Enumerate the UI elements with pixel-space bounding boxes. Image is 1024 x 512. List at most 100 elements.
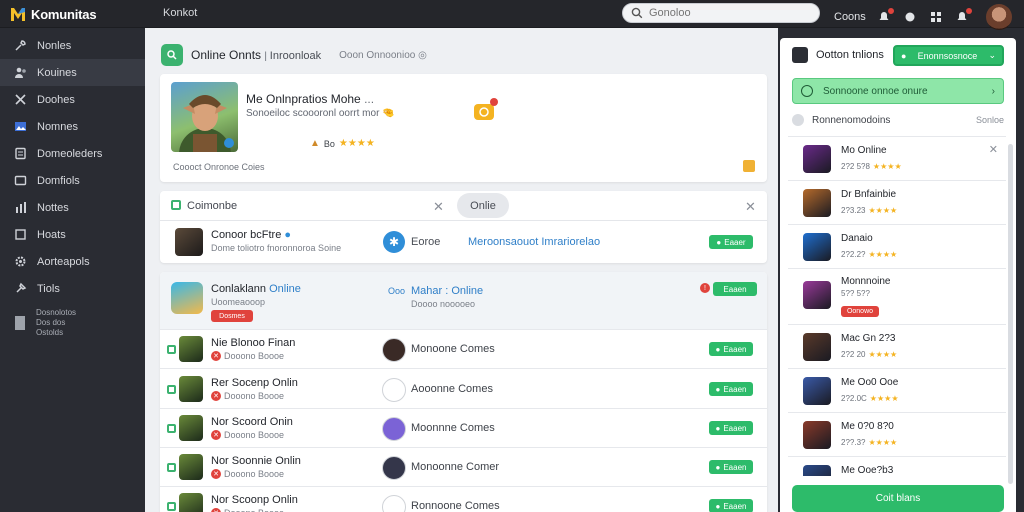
- close-icon[interactable]: ✕: [211, 430, 221, 440]
- list-header-button[interactable]: Eaaen: [713, 282, 757, 296]
- recommendation-item[interactable]: Me Oo0 Ooe 2?2.0C ★★★★: [788, 369, 1006, 413]
- compose-avatar[interactable]: [175, 228, 203, 256]
- scrollbar[interactable]: [1008, 144, 1013, 484]
- recommendation-thumbnail[interactable]: [803, 421, 831, 449]
- recommendation-item[interactable]: Mac Gn 2?3 2?2 20 ★★★★: [788, 325, 1006, 369]
- recommendation-title[interactable]: Monnnoine: [841, 276, 890, 287]
- top-link[interactable]: Coons: [834, 11, 866, 23]
- alert-icon[interactable]: [954, 8, 972, 25]
- recommendation-thumbnail[interactable]: [803, 465, 831, 476]
- row-avatar[interactable]: [179, 336, 203, 362]
- search-bar[interactable]: [622, 3, 820, 23]
- row-name[interactable]: Nor Scoonp Onlin: [211, 494, 298, 506]
- compose-action-link[interactable]: Meroonsaouot Imrariorelao: [468, 236, 600, 248]
- list-row[interactable]: Nor Soonnie Onlin ✕ Dooono Boooe Monoonne C…: [160, 448, 767, 487]
- list-header-avatar[interactable]: [171, 282, 203, 314]
- row-name[interactable]: Rer Socenp Onlin: [211, 377, 298, 389]
- recommendation-thumbnail[interactable]: [803, 281, 831, 309]
- panel-cta-button[interactable]: Coit blans: [792, 485, 1004, 512]
- row-checkbox[interactable]: [167, 345, 176, 354]
- checkbox-icon[interactable]: [171, 200, 181, 210]
- recommendation-thumbnail[interactable]: [803, 233, 831, 261]
- sidebar-item-2[interactable]: Doohes: [0, 86, 145, 113]
- lock-badge-icon[interactable]: [472, 98, 498, 122]
- compose-button[interactable]: ● Eaaer: [709, 235, 753, 249]
- recommendation-thumbnail[interactable]: [803, 377, 831, 405]
- row-checkbox[interactable]: [167, 385, 176, 394]
- row-button[interactable]: ● Eaaen: [709, 382, 753, 396]
- close-icon[interactable]: ✕: [989, 143, 998, 156]
- row-name[interactable]: Nor Soonnie Onlin: [211, 455, 301, 467]
- sparkle-icon[interactable]: ✱: [383, 231, 405, 253]
- list-row[interactable]: Rer Socenp Onlin ✕ Dooono Boooe Aooonne Com…: [160, 370, 767, 409]
- row-checkbox[interactable]: [167, 424, 176, 433]
- recommendation-title[interactable]: Mac Gn 2?3: [841, 333, 895, 344]
- info-icon[interactable]: [743, 160, 755, 172]
- sidebar-item-4[interactable]: Domeoleders: [0, 140, 145, 167]
- row-button[interactable]: ● Eaaen: [709, 460, 753, 474]
- close-icon[interactable]: ✕: [745, 199, 756, 215]
- close-icon[interactable]: ✕: [211, 351, 221, 361]
- recommendation-item[interactable]: Monnnoine 5?? 5?? Oonowo: [788, 269, 1006, 325]
- row-avatar[interactable]: [179, 376, 203, 402]
- recommendation-item[interactable]: Me Ooe?b32??.2?★★★★: [788, 457, 1006, 476]
- recommendation-item[interactable]: Dr Bnfainbie 2?3.23 ★★★★: [788, 181, 1006, 225]
- row-button[interactable]: ● Eaaen: [709, 499, 753, 512]
- grid-icon[interactable]: [928, 9, 944, 25]
- recommendation-title[interactable]: Me 0?0 8?0: [841, 421, 894, 432]
- recommendation-title[interactable]: Danaio: [841, 233, 873, 244]
- recommendation-item[interactable]: Danaio 2?2.2? ★★★★: [788, 225, 1006, 269]
- row-name[interactable]: Nor Scoord Onin: [211, 416, 293, 428]
- top-nav-link[interactable]: Konkot: [163, 7, 197, 19]
- panel-dropdown[interactable]: ● Enonnsosnoce ⌄: [893, 45, 1004, 66]
- featured-title[interactable]: Me Onlnpratios Mohe ...: [246, 92, 374, 106]
- row-button[interactable]: ● Eaaen: [709, 342, 753, 356]
- online-pill-tab[interactable]: Onlie: [457, 193, 509, 218]
- sidebar-item-1[interactable]: Kouines: [0, 59, 145, 86]
- list-header-center-title[interactable]: Mahar : Online: [411, 285, 483, 297]
- recommendation-item[interactable]: Me 0?0 8?0 2??.3? ★★★★: [788, 413, 1006, 457]
- recommendation-thumbnail[interactable]: [803, 145, 831, 173]
- row-button[interactable]: ● Eaaen: [709, 421, 753, 435]
- list-row[interactable]: Nor Scoord Onin ✕ Dooono Boooe Moonnne Come…: [160, 409, 767, 448]
- user-avatar[interactable]: [985, 4, 1012, 30]
- list-row[interactable]: Nie Blonoo Finan ✕ Dooono Boooe Monoone Com…: [160, 330, 767, 369]
- recommendation-title[interactable]: Dr Bnfainbie: [841, 189, 896, 200]
- sidebar-item-9[interactable]: Tiols: [0, 275, 145, 302]
- featured-card[interactable]: Me Onlnpratios Mohe ... Sonoeiloc scooor…: [160, 74, 767, 182]
- recommendation-thumbnail[interactable]: [803, 189, 831, 217]
- close-icon[interactable]: ✕: [211, 469, 221, 479]
- row-checkbox[interactable]: [167, 502, 176, 511]
- recommendation-item[interactable]: Mo Online 2?2 5?8 ★★★★ ✕: [788, 137, 1006, 181]
- brand[interactable]: Komunitas: [10, 5, 97, 23]
- chat-icon[interactable]: [902, 9, 918, 25]
- compose-tab-label[interactable]: Coimonbe: [187, 200, 237, 212]
- recommendation-title[interactable]: Mo Online: [841, 145, 887, 156]
- row-avatar[interactable]: [179, 454, 203, 480]
- sidebar-item-0[interactable]: Nonles: [0, 32, 145, 59]
- list-header-name[interactable]: Conlaklann Online: [211, 283, 301, 295]
- sidebar-item-7[interactable]: Hoats: [0, 221, 145, 248]
- promo-banner[interactable]: Sonnoone onnoe onure ›: [792, 78, 1004, 104]
- recommendation-thumbnail[interactable]: [803, 333, 831, 361]
- row-checkbox[interactable]: [167, 463, 176, 472]
- close-icon[interactable]: ✕: [211, 391, 221, 401]
- row-avatar[interactable]: [179, 493, 203, 512]
- section-more-link[interactable]: Sonloe: [976, 115, 1004, 125]
- list-row[interactable]: Nor Scoonp Onlin ✕Dooono Boooe Ronnoone Co…: [160, 487, 767, 512]
- sidebar-item-5[interactable]: Domfiols: [0, 167, 145, 194]
- notification-icon[interactable]: [876, 8, 894, 25]
- recommendation-title[interactable]: Me Oo0 Ooe: [841, 377, 898, 388]
- row-avatar[interactable]: [179, 415, 203, 441]
- recommendation-title[interactable]: Me Ooe?b3: [841, 465, 893, 476]
- sidebar-item-6[interactable]: Nottes: [0, 194, 145, 221]
- featured-thumbnail[interactable]: [171, 82, 238, 152]
- list-header-row[interactable]: Conlaklann Online Uoomeaooop Dosmes Ooo …: [160, 272, 767, 330]
- sidebar-item-3[interactable]: Nomnes: [0, 113, 145, 140]
- compose-name[interactable]: Conoor bcFtre ●: [211, 229, 291, 241]
- search-input[interactable]: [649, 7, 799, 19]
- row-name[interactable]: Nie Blonoo Finan: [211, 337, 295, 349]
- close-icon[interactable]: ✕: [211, 508, 221, 512]
- sidebar-item-8[interactable]: Aorteapols: [0, 248, 145, 275]
- close-icon[interactable]: ✕: [433, 199, 444, 215]
